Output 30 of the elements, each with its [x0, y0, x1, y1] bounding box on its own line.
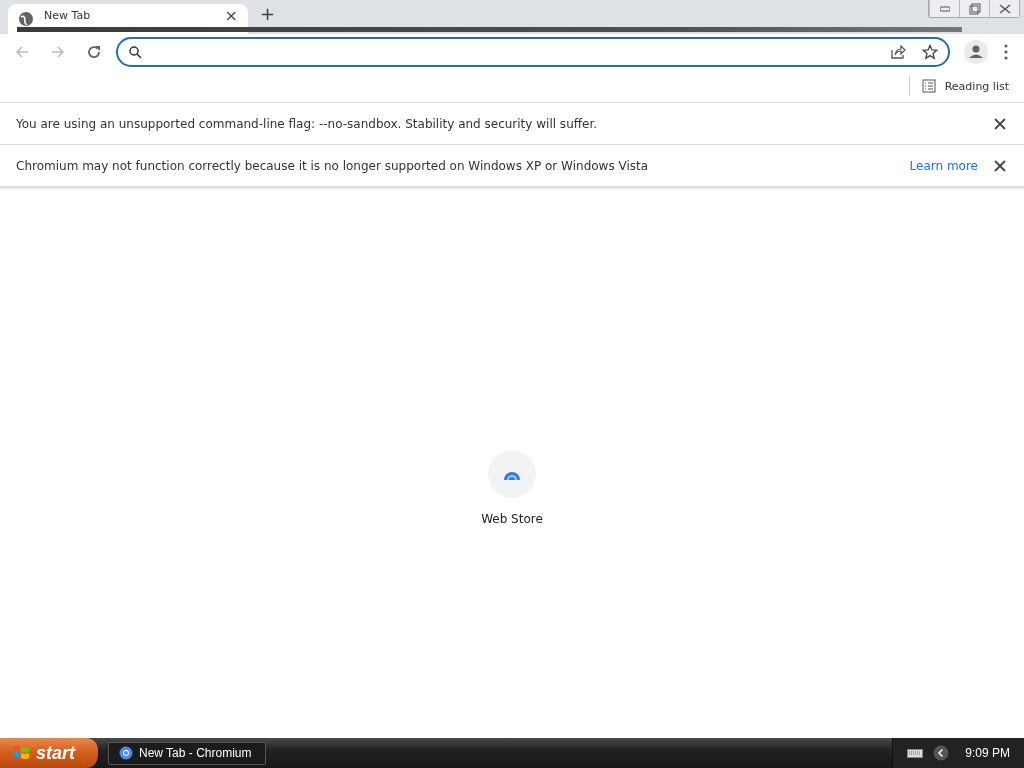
minimize-icon [939, 5, 950, 12]
infobar-message: Chromium may not function correctly because it is no longer supported on Windows XP or Windows Vista [16, 158, 650, 173]
close-icon[interactable] [994, 159, 1006, 172]
taskbar-button[interactable]: New Tab - Chromium [108, 741, 266, 765]
address-bar[interactable] [116, 37, 950, 67]
learn-more-link[interactable]: Learn more [909, 158, 978, 173]
shortcut-label[interactable]: Web Store [481, 511, 543, 526]
shortcut-icon[interactable] [488, 449, 536, 498]
tab-title: New Tab [44, 8, 92, 22]
search-icon [128, 45, 142, 59]
windows-logo-icon [12, 744, 30, 762]
infobar-message: You are using an unsupported command-line flag: --no-sandbox. Stability and security will suffer. [16, 116, 599, 131]
restore-button[interactable] [959, 0, 989, 17]
share-icon[interactable] [890, 44, 906, 60]
profile-avatar-icon[interactable] [964, 40, 988, 64]
close-icon [998, 3, 1011, 14]
keyboard-icon[interactable] [907, 747, 924, 759]
clock: 9:09 PM [965, 746, 1010, 760]
chevron-icon[interactable] [933, 745, 950, 761]
start-button[interactable]: start [0, 738, 98, 768]
reading-list-button[interactable]: Reading list [908, 76, 1009, 96]
browser-logo-icon [119, 746, 133, 760]
close-button[interactable] [989, 0, 1019, 17]
close-tab-button[interactable]: × [224, 5, 238, 25]
new-tab-button[interactable]: + [248, 2, 288, 24]
list-icon [921, 79, 936, 93]
globe-icon [18, 11, 34, 27]
close-icon[interactable] [994, 117, 1006, 130]
star-icon[interactable] [922, 44, 938, 60]
restore-icon [968, 2, 981, 15]
